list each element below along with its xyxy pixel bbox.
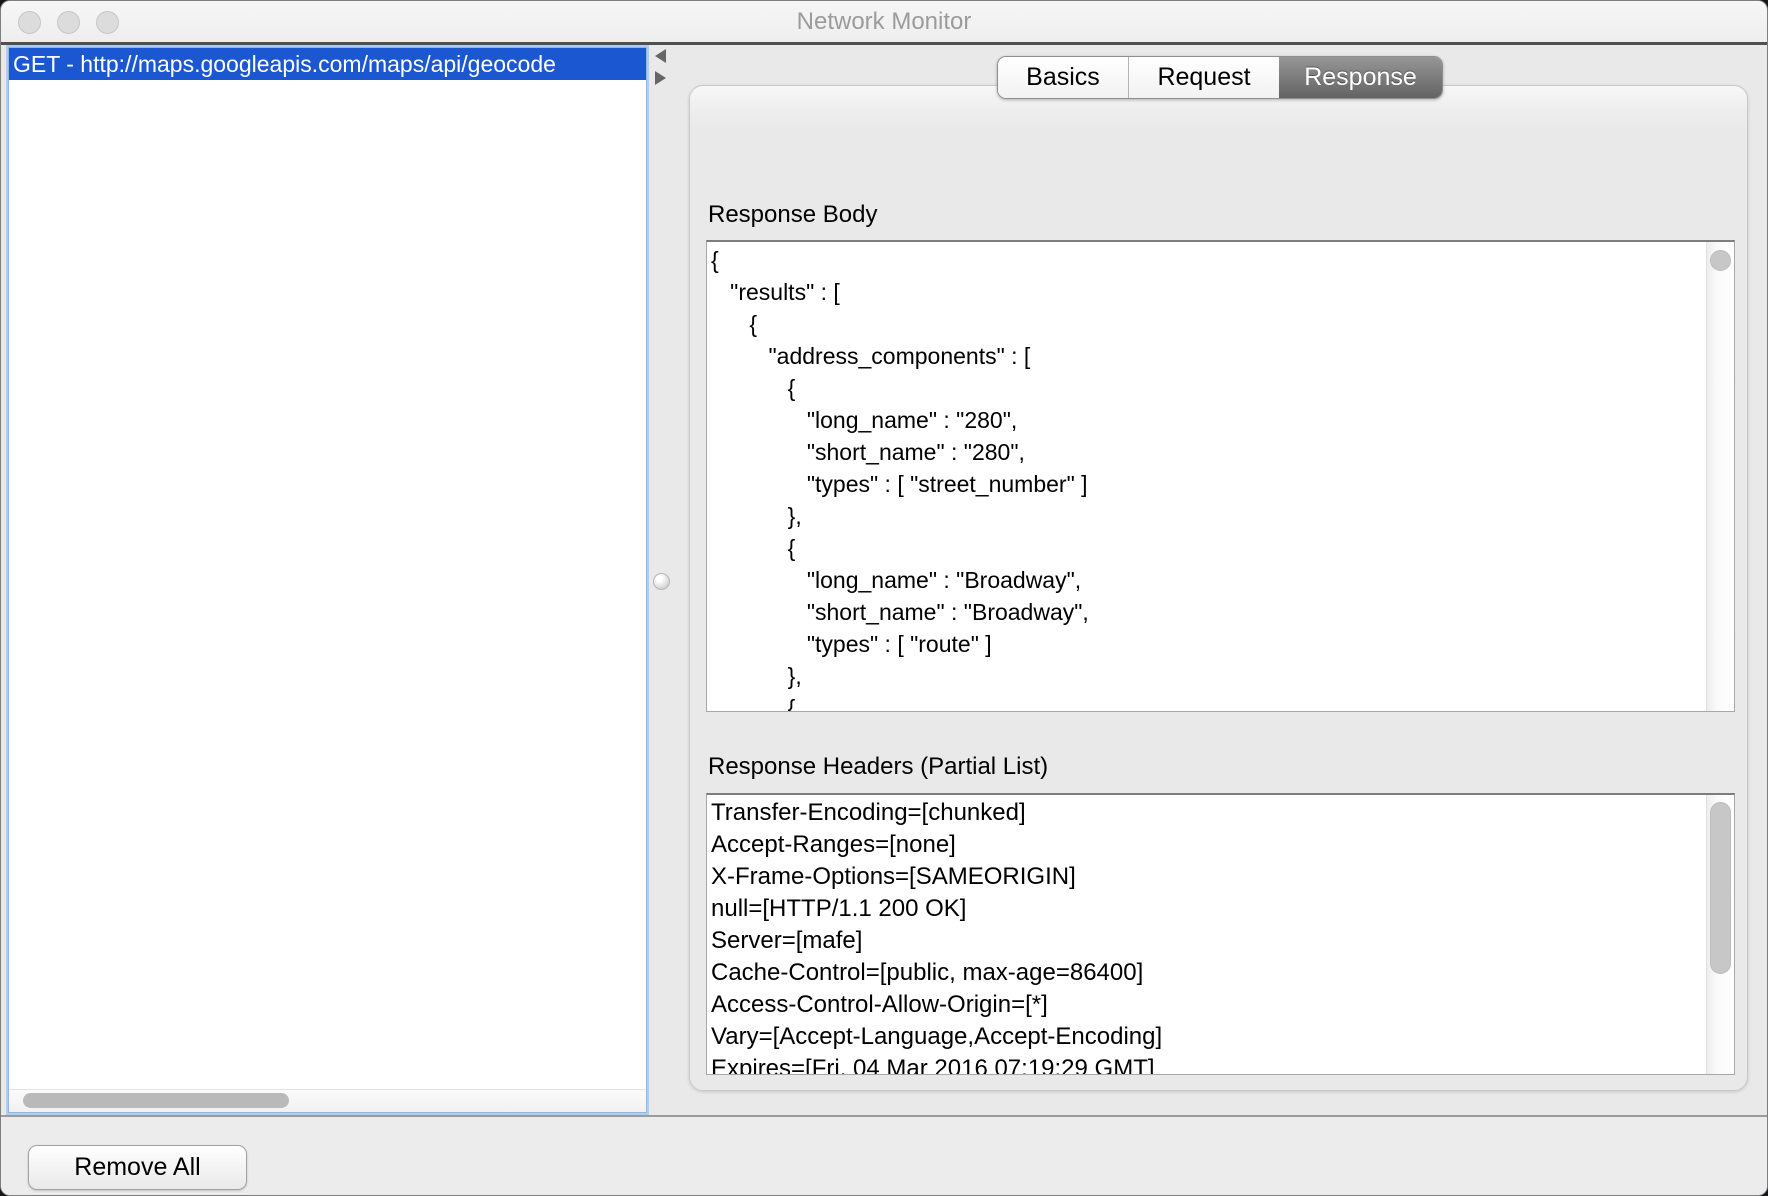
response-body-scrollbar[interactable] xyxy=(1706,242,1734,711)
response-headers-label: Response Headers (Partial List) xyxy=(708,753,1048,781)
tab-request[interactable]: Request xyxy=(1129,57,1279,98)
expand-right-arrow-icon[interactable] xyxy=(655,71,666,85)
response-headers-scrollbar[interactable] xyxy=(1706,795,1734,1074)
response-body-scrollbar-thumb[interactable] xyxy=(1710,250,1731,271)
tab-basics[interactable]: Basics xyxy=(998,57,1129,98)
divider-grip-icon[interactable] xyxy=(653,573,670,590)
remove-all-button[interactable]: Remove All xyxy=(28,1145,247,1190)
request-list-item[interactable]: GET - http://maps.googleapis.com/maps/ap… xyxy=(9,48,646,80)
title-bar[interactable]: Network Monitor xyxy=(1,1,1767,45)
horizontal-scrollbar[interactable] xyxy=(9,1089,646,1112)
tab-response[interactable]: Response xyxy=(1279,57,1442,98)
response-headers-text: Transfer-Encoding=[chunked] Accept-Range… xyxy=(707,795,1734,1075)
horizontal-scrollbar-thumb[interactable] xyxy=(23,1093,289,1108)
response-body-label: Response Body xyxy=(708,201,877,229)
tab-bar: Basics Request Response xyxy=(997,56,1443,99)
network-monitor-window: Network Monitor GET - http://maps.google… xyxy=(0,0,1768,1196)
request-list[interactable]: GET - http://maps.googleapis.com/maps/ap… xyxy=(8,47,647,1113)
collapse-left-arrow-icon[interactable] xyxy=(655,49,666,63)
response-body-text: { "results" : [ { "address_components" :… xyxy=(707,242,1734,712)
response-body-textarea[interactable]: { "results" : [ { "address_components" :… xyxy=(706,240,1735,712)
response-headers-scrollbar-thumb[interactable] xyxy=(1710,802,1731,974)
main-content: GET - http://maps.googleapis.com/maps/ap… xyxy=(1,45,1767,1115)
footer-bar: Remove All xyxy=(1,1115,1767,1196)
response-headers-textarea[interactable]: Transfer-Encoding=[chunked] Accept-Range… xyxy=(706,793,1735,1075)
window-title: Network Monitor xyxy=(1,1,1767,42)
split-divider[interactable] xyxy=(649,45,689,1115)
